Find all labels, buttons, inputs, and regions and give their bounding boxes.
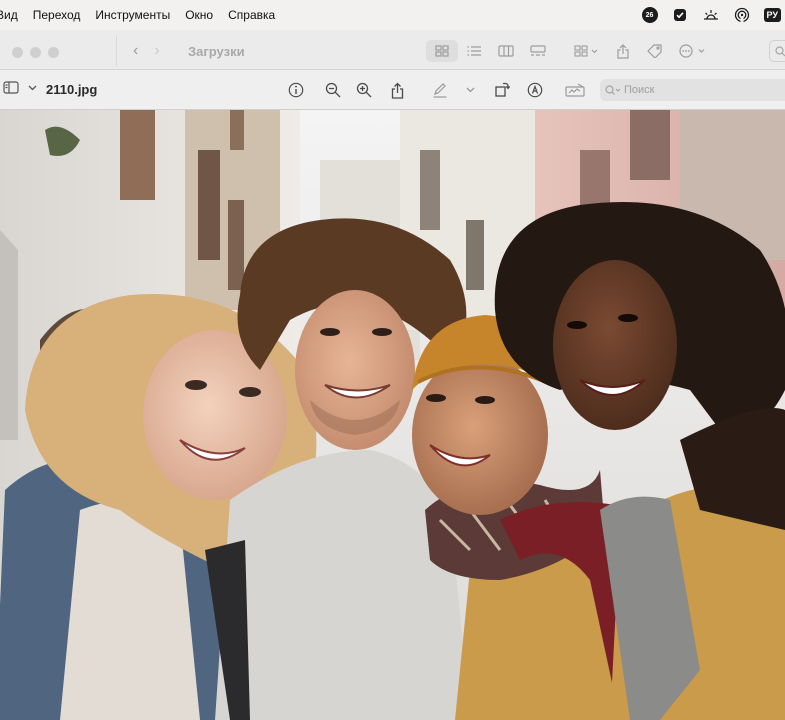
back-button[interactable]: ‹: [133, 42, 138, 60]
chevron-down-icon: [28, 85, 37, 90]
more-actions-icon[interactable]: [674, 40, 710, 62]
menu-go[interactable]: Переход: [25, 0, 88, 30]
sidebar-icon: [3, 81, 19, 94]
markup-button[interactable]: [430, 80, 450, 100]
airdrop-icon[interactable]: [733, 6, 751, 24]
menu-window[interactable]: Окно: [177, 0, 220, 30]
rotate-icon: [495, 82, 510, 97]
preview-toolbar: 2110.jpg Поиск: [0, 70, 785, 110]
search-field[interactable]: Поиск: [600, 79, 785, 101]
zoom-out-icon: [325, 82, 341, 98]
gallery-view-button[interactable]: [522, 40, 554, 62]
sign-button[interactable]: [563, 80, 587, 100]
finder-window-toolbar: ‹ › Загрузки: [0, 30, 785, 70]
icon-view-button[interactable]: [426, 40, 458, 62]
rotate-button[interactable]: [492, 80, 512, 100]
checkmark-shield-icon[interactable]: [671, 6, 689, 24]
tag-icon[interactable]: [640, 40, 670, 62]
zoom-button[interactable]: [48, 47, 59, 58]
minimize-button[interactable]: [30, 47, 41, 58]
close-button[interactable]: [12, 47, 23, 58]
share-icon: [391, 82, 403, 99]
menu-tools[interactable]: Инструменты: [87, 0, 177, 30]
info-icon: [288, 82, 304, 98]
app-menu: Вид Переход Инструменты Окно Справка: [0, 0, 282, 30]
share-button[interactable]: [387, 80, 407, 100]
window-title: Загрузки: [188, 44, 245, 59]
annotate-button[interactable]: [525, 80, 545, 100]
zoom-in-button[interactable]: [354, 80, 374, 100]
finder-view-controls: [426, 40, 710, 62]
document-title: 2110.jpg: [46, 82, 98, 97]
menu-bar: Вид Переход Инструменты Окно Справка 26 …: [0, 0, 785, 30]
group-menu-button[interactable]: [566, 40, 606, 62]
forward-button[interactable]: ›: [154, 42, 159, 60]
markup-circle-icon: [527, 82, 543, 98]
share-icon[interactable]: [610, 40, 636, 62]
navigation-buttons: ‹ ›: [133, 42, 160, 60]
chevron-down-icon: [466, 87, 474, 93]
search-icon[interactable]: [769, 40, 785, 62]
window-controls: [12, 47, 59, 58]
menu-help[interactable]: Справка: [220, 0, 282, 30]
signature-icon: [565, 83, 585, 97]
menu-view[interactable]: Вид: [0, 0, 25, 30]
status-area: 26 РУ: [641, 0, 781, 30]
search-placeholder: Поиск: [624, 84, 655, 96]
calendar-badge-icon[interactable]: 26: [641, 7, 658, 23]
markup-options-button[interactable]: [460, 80, 480, 100]
input-source-indicator[interactable]: РУ: [763, 8, 781, 22]
sidebar-toggle-button[interactable]: [3, 81, 37, 94]
photo-canvas: [0, 110, 785, 720]
group-selfie-image: [0, 110, 785, 720]
toolbar-divider: [116, 36, 117, 66]
search-icon: [605, 84, 621, 95]
info-button[interactable]: [286, 80, 306, 100]
list-view-button[interactable]: [458, 40, 490, 62]
sunrise-icon[interactable]: [702, 6, 720, 24]
column-view-button[interactable]: [490, 40, 522, 62]
zoom-in-icon: [356, 82, 372, 98]
pen-icon: [433, 83, 447, 98]
zoom-out-button[interactable]: [323, 80, 343, 100]
